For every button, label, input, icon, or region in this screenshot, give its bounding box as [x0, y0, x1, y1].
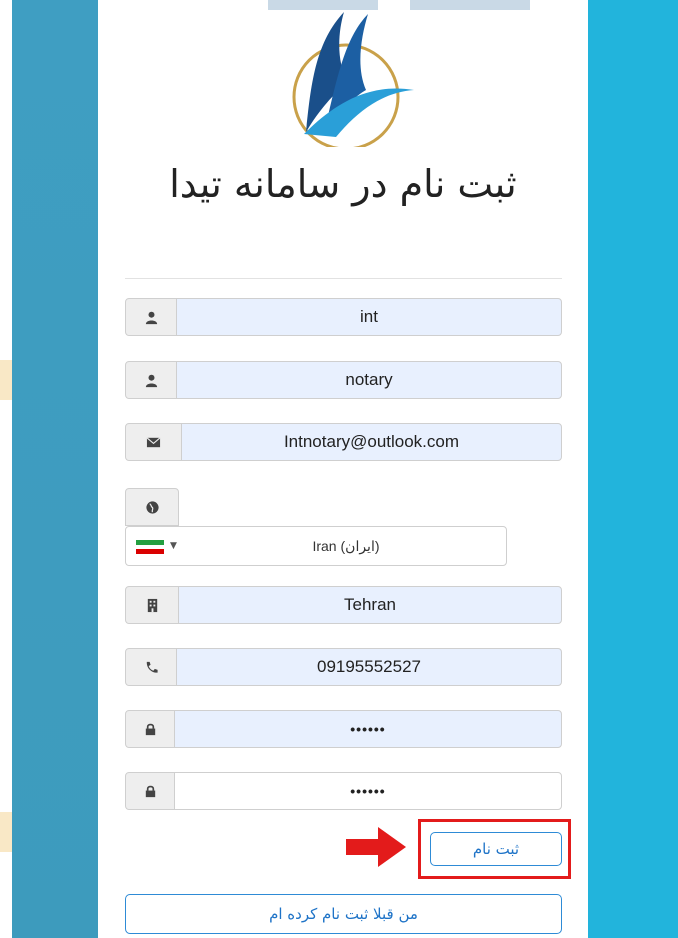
last-name-input[interactable]: notary: [176, 361, 562, 399]
password-confirm-input[interactable]: ••••••: [174, 772, 562, 810]
envelope-icon: [125, 423, 182, 461]
tida-logo: [292, 12, 414, 147]
background-decoration: [0, 812, 12, 852]
register-button[interactable]: ثبت نام: [430, 832, 562, 866]
last-name-group: notary: [125, 361, 562, 399]
already-registered-button[interactable]: من قبلا ثبت نام کرده ام: [125, 894, 562, 934]
background-decoration: [0, 360, 12, 400]
first-name-input[interactable]: int: [176, 298, 562, 336]
background-top-tab: [410, 0, 530, 10]
city-input[interactable]: Tehran: [178, 586, 562, 624]
caret-down-icon[interactable]: ▼: [170, 541, 177, 551]
city-group: Tehran: [125, 586, 562, 624]
divider: [125, 278, 562, 279]
iran-flag-icon: [136, 540, 164, 554]
email-group: Intnotary@outlook.com: [125, 423, 562, 461]
lock-icon: [125, 772, 175, 810]
building-icon: [125, 586, 179, 624]
phone-icon: [125, 648, 177, 686]
phone-group: 09195552527: [125, 648, 562, 686]
first-name-group: int: [125, 298, 562, 336]
globe-icon: [125, 488, 179, 526]
red-arrow-icon: [346, 827, 406, 867]
registration-card: ثبت نام در سامانه تیدا int notary Intnot…: [98, 12, 588, 938]
password-input[interactable]: ••••••: [174, 710, 562, 748]
phone-input[interactable]: 09195552527: [176, 648, 562, 686]
password-confirm-group: ••••••: [125, 772, 562, 810]
password-group: ••••••: [125, 710, 562, 748]
user-icon: [125, 361, 177, 399]
email-input[interactable]: Intnotary@outlook.com: [181, 423, 562, 461]
user-icon: [125, 298, 177, 336]
lock-icon: [125, 710, 175, 748]
background-left-strip: [0, 0, 12, 938]
country-value: Iran (ایران): [312, 538, 380, 554]
background-right-panel: [588, 0, 678, 938]
background-left-panel: [0, 0, 98, 938]
country-select[interactable]: ▼ Iran (ایران): [125, 526, 507, 566]
background-top-tab: [268, 0, 378, 10]
page-title: ثبت نام در سامانه تیدا: [169, 162, 517, 206]
